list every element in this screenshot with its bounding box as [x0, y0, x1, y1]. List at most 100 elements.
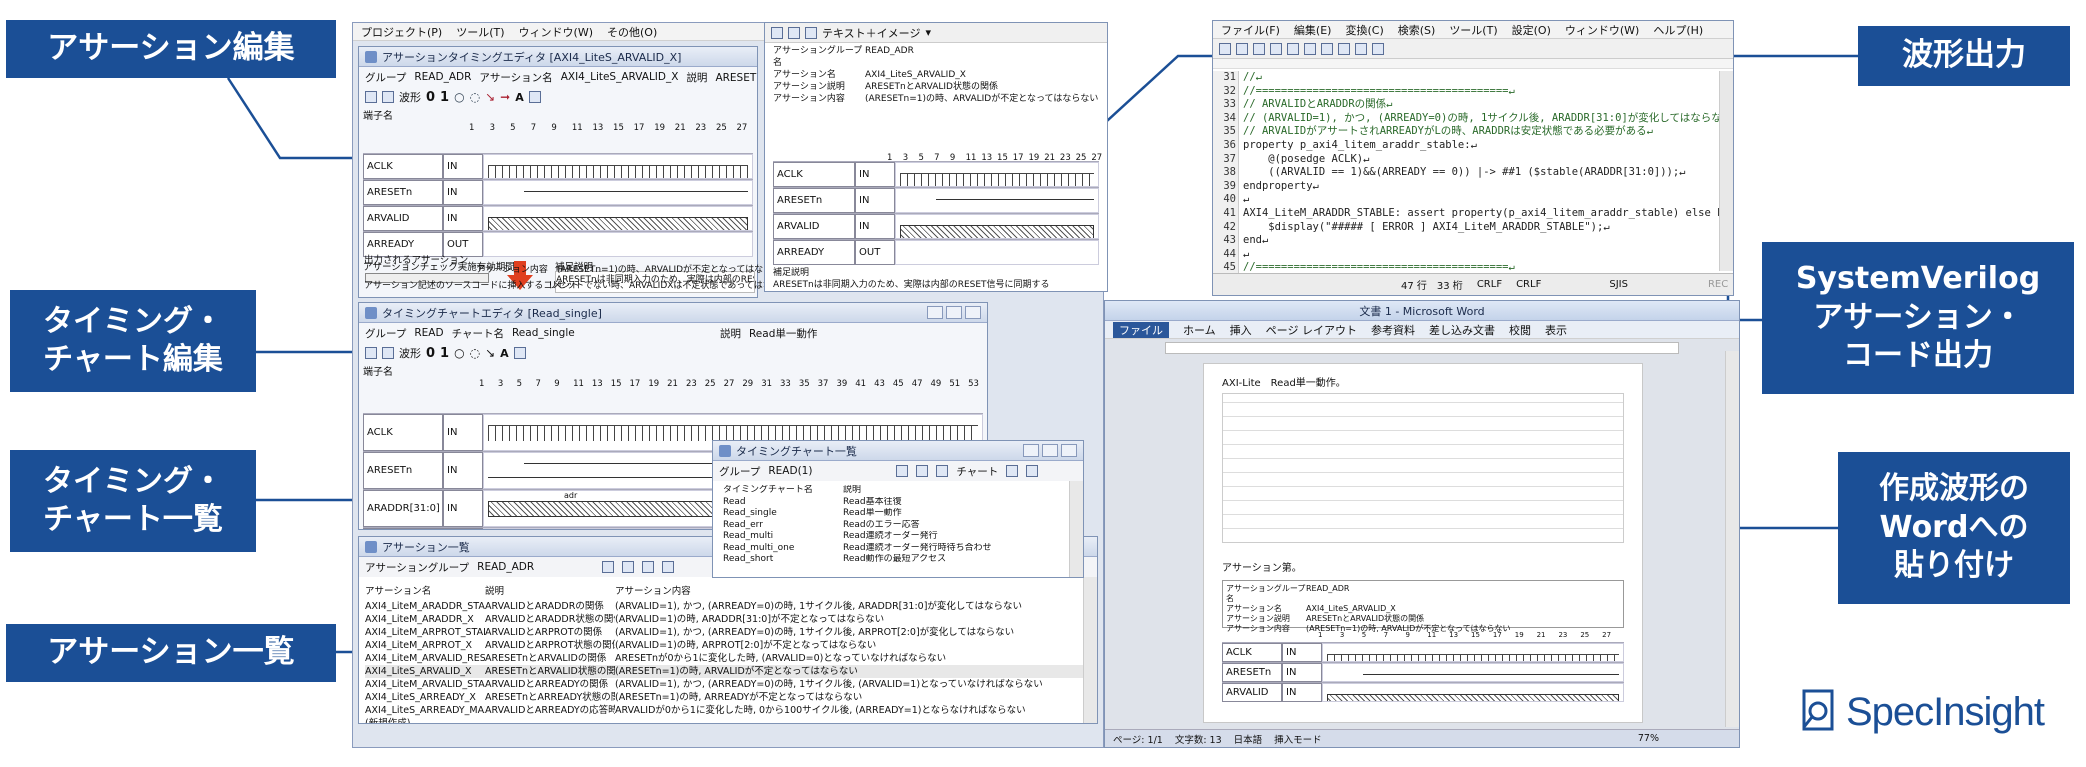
menu-item[interactable]: 設定(O) [1512, 22, 1551, 38]
add-icon[interactable] [896, 465, 909, 477]
list-item[interactable]: Read_multi_one Read連続オーダー発行時待ち合わせ [723, 543, 1077, 555]
list-item[interactable]: Read Read基本往復 [723, 497, 1077, 509]
save-icon[interactable] [528, 91, 541, 103]
list-item[interactable]: AXI4_LiteM_ARADDR_X ARVALIDとARADDR状態の関係 (A… [365, 613, 1091, 626]
code-text-area[interactable]: //↵//===================================… [1243, 71, 1719, 273]
delete-icon[interactable] [936, 465, 949, 477]
chevron-down-icon[interactable]: ▾ [925, 26, 931, 39]
list-item[interactable]: Read_err Readのエラー応答 [723, 520, 1077, 532]
ribbon-tab[interactable]: ページ レイアウト [1266, 322, 1357, 338]
ribbon-tab[interactable]: 挿入 [1230, 322, 1252, 338]
word-scrollbar[interactable] [1725, 351, 1739, 727]
assertion-list-scrollbar[interactable] [1083, 577, 1097, 723]
list-item[interactable]: AXI4_LiteS_ARVALID_X ARESETnとARVALID状態の関係… [365, 665, 1091, 678]
text-icon[interactable]: A [515, 91, 524, 104]
close-button[interactable] [965, 306, 981, 319]
menu-other[interactable]: その他(O) [607, 24, 657, 40]
waveform-cell[interactable] [483, 180, 753, 205]
new-file-icon[interactable] [1219, 42, 1231, 55]
arrow-down-right-icon[interactable]: ↘ [485, 346, 495, 360]
circle-icon[interactable]: ○ [454, 90, 464, 104]
timing-chart-list-scrollbar[interactable] [1069, 481, 1083, 577]
comment-text[interactable]: リセットでない時、ARVALIDXは不定状態であってはならない [548, 278, 799, 291]
maximize-button[interactable] [1042, 444, 1058, 457]
list-item[interactable]: AXI4_LiteM_ARVALID_RESET ARESETnとARVALIDの… [365, 652, 1091, 665]
minimize-button[interactable] [927, 306, 943, 319]
list-item[interactable]: AXI4_LiteM_ARADDR_STABLEARVALIDとARADDRの関… [365, 600, 1091, 613]
export-icon[interactable] [662, 561, 675, 573]
menu-item[interactable]: 検索(S) [1398, 22, 1436, 38]
add-icon[interactable] [602, 561, 615, 573]
circle-icon[interactable]: ○ [454, 346, 464, 360]
settings-icon[interactable] [1372, 42, 1384, 55]
save-icon[interactable] [513, 347, 526, 359]
redo-icon[interactable] [1287, 42, 1299, 55]
list-item[interactable]: (新規作成) [365, 717, 1091, 723]
arrow-down-right-icon[interactable]: ↘ [485, 90, 495, 104]
waveform-cell[interactable] [483, 232, 753, 257]
menu-window[interactable]: ウィンドウ(W) [519, 24, 593, 40]
grid-icon[interactable] [365, 347, 377, 359]
list-item[interactable]: AXI4_LiteM_ARPROT_X ARVALIDとARPROT状態の関係 (A… [365, 639, 1091, 652]
ribbon-tab[interactable]: 参考資料 [1371, 322, 1415, 338]
arrow-right-icon[interactable]: ➞ [500, 90, 510, 104]
maximize-button[interactable] [946, 306, 962, 319]
menu-item[interactable]: 編集(E) [1294, 22, 1332, 38]
dashed-circle-icon[interactable]: ◌ [470, 90, 480, 104]
waveform-cell[interactable] [895, 188, 1099, 213]
menu-project[interactable]: プロジェクト(P) [361, 24, 442, 40]
one-icon[interactable]: 1 [440, 90, 449, 105]
ribbon-tab[interactable]: 表示 [1545, 322, 1567, 338]
text-icon[interactable]: A [500, 347, 509, 360]
chart-field[interactable]: Read_single [512, 327, 712, 339]
settings-icon[interactable] [382, 91, 394, 103]
save-icon[interactable] [1253, 42, 1265, 55]
waveform-cell[interactable] [895, 240, 1099, 265]
group-select[interactable]: READ [414, 327, 443, 339]
grep-icon[interactable] [1355, 42, 1367, 55]
menu-item[interactable]: 変換(C) [1345, 22, 1383, 38]
copy-icon[interactable] [622, 561, 635, 573]
menu-item[interactable]: ウィンドウ(W) [1565, 22, 1639, 38]
zero-icon[interactable]: 0 [426, 346, 435, 361]
menu-item[interactable]: ファイル(F) [1221, 22, 1280, 38]
close-button[interactable] [1061, 444, 1077, 457]
one-icon[interactable]: 1 [440, 346, 449, 361]
ribbon-tab[interactable]: 校閲 [1509, 322, 1531, 338]
undo-icon[interactable] [1270, 42, 1282, 55]
list-item[interactable]: AXI4_LiteS_ARREADY_X ARESETnとARREADY状態の関係… [365, 691, 1091, 704]
waveform-cell[interactable] [1322, 643, 1624, 662]
menu-tools[interactable]: ツール(T) [456, 24, 504, 40]
list-item[interactable]: AXI4_LiteM_ARVALID_STABLEARVALIDとARREADY… [365, 678, 1091, 691]
name-field[interactable]: AXI4_LiteS_ARVALID_X [561, 71, 679, 83]
group-select[interactable]: READ_ADR [414, 71, 471, 83]
doc-icon[interactable] [771, 26, 783, 39]
desc-field[interactable]: ARESETnとARVAL [715, 70, 757, 85]
open-file-icon[interactable] [1236, 42, 1248, 55]
menu-item[interactable]: ヘルプ(H) [1653, 22, 1703, 38]
output-format-select[interactable]: テキスト＋イメージ [822, 25, 920, 41]
list-item[interactable]: AXI4_LiteM_ARPROT_STABLEARVALIDとARPROTの関… [365, 626, 1091, 639]
waveform-cell[interactable] [1322, 683, 1624, 702]
replace-icon[interactable] [1321, 42, 1333, 55]
waveform-cell[interactable] [895, 162, 1099, 187]
group-select[interactable]: READ(1) [768, 465, 888, 477]
code-scrollbar[interactable] [1719, 71, 1733, 271]
bookmark-icon[interactable] [1338, 42, 1350, 55]
group-select[interactable]: READ_ADR [477, 561, 534, 573]
export-icon[interactable] [1026, 465, 1039, 477]
edit-icon[interactable] [1006, 465, 1019, 477]
grid-icon[interactable] [365, 91, 377, 103]
list-item[interactable]: AXI4_LiteS_ARREADY_MAX_...ARVALIDとARREAD… [365, 704, 1091, 717]
copy-icon[interactable] [916, 465, 929, 477]
list-item[interactable]: Read_short Read動作の最短アクセス [723, 554, 1077, 566]
print-icon[interactable] [805, 26, 817, 39]
zero-icon[interactable]: 0 [426, 90, 435, 105]
copy-icon[interactable] [788, 26, 800, 39]
waveform-cell[interactable] [895, 214, 1099, 239]
dashed-circle-icon[interactable]: ◌ [470, 346, 480, 360]
waveform-cell[interactable] [483, 154, 753, 179]
minimize-button[interactable] [1023, 444, 1039, 457]
list-item[interactable]: Read_multi Read連続オーダー発行 [723, 531, 1077, 543]
desc-field[interactable]: Read単一動作 [749, 326, 817, 341]
